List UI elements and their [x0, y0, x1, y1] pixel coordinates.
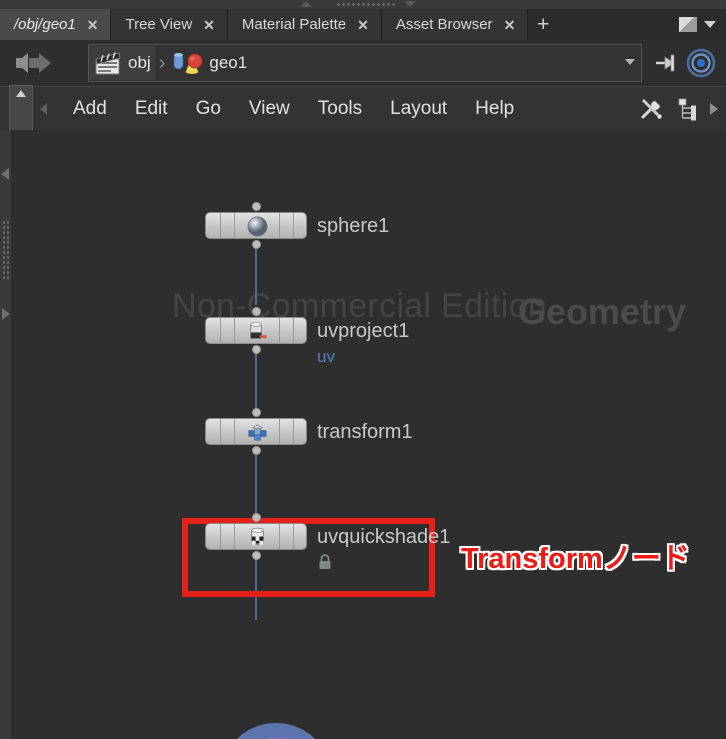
node-label: uvquickshade1 [317, 526, 451, 548]
node-body[interactable] [205, 212, 307, 239]
rail-collapse-left-icon[interactable] [1, 168, 9, 180]
input-port[interactable] [251, 513, 261, 522]
rail-expand-right-icon[interactable] [2, 308, 10, 320]
navigation-arrows [0, 53, 88, 73]
tab-asset-browser[interactable]: Asset Browser ✕ [381, 9, 529, 40]
tab-label: Material Palette [241, 16, 347, 33]
rail-grip[interactable] [2, 220, 9, 280]
network-left-rail[interactable] [0, 130, 11, 739]
tab-label: Asset Browser [395, 16, 493, 33]
output-port[interactable] [251, 240, 261, 249]
chevron-down-icon[interactable] [704, 21, 716, 28]
menu-view[interactable]: View [235, 94, 304, 124]
tab-close-icon[interactable]: ✕ [503, 16, 517, 34]
menu-layout[interactable]: Layout [376, 94, 461, 124]
window-square-icon[interactable] [679, 17, 697, 32]
tree-list-icon[interactable] [676, 95, 700, 123]
output-port[interactable] [251, 551, 261, 560]
lock-icon [319, 554, 331, 569]
input-port[interactable] [251, 307, 261, 316]
network-editor-canvas[interactable]: Non-Commercial Edition Geometry sphere1 [0, 130, 726, 739]
node-label: transform1 [317, 421, 413, 443]
tab-close-icon[interactable]: ✕ [202, 16, 216, 34]
top-splitter[interactable] [0, 0, 726, 9]
context-watermark: Geometry [518, 291, 687, 332]
tab-material-palette[interactable]: Material Palette ✕ [227, 9, 382, 40]
menu-prev-icon[interactable] [40, 103, 47, 115]
menu-tools[interactable]: Tools [304, 94, 376, 124]
menu-help[interactable]: Help [461, 94, 528, 124]
wire-transform-to-uvquickshade [255, 455, 257, 515]
forward-arrow-icon[interactable] [29, 53, 51, 73]
pane-menu-group[interactable] [675, 9, 726, 40]
splitter-down-icon[interactable] [404, 1, 416, 7]
clapperboard-icon [95, 52, 121, 75]
output-port[interactable] [251, 446, 261, 455]
tab-close-icon[interactable]: ✕ [86, 16, 100, 34]
uvproject-sop-icon [250, 322, 267, 339]
target-icon[interactable] [686, 48, 716, 78]
menu-add[interactable]: Add [59, 94, 121, 124]
tab-obj-geo1[interactable]: /obj/geo1 ✕ [0, 9, 112, 40]
annotation-label: Transformノード [461, 543, 690, 575]
tab-bar-spacer [558, 9, 675, 40]
input-port[interactable] [251, 202, 261, 211]
breadcrumb-geo1-label: geo1 [209, 53, 248, 72]
path-input[interactable]: obj › geo1 [88, 44, 642, 82]
wrench-screwdriver-icon[interactable] [638, 95, 666, 123]
sphere-sop-icon [247, 216, 268, 237]
breadcrumb-geo1[interactable]: geo1 [168, 46, 251, 80]
pin-icon[interactable] [652, 51, 680, 75]
path-dropdown-button[interactable] [621, 45, 639, 79]
node-label: sphere1 [317, 215, 390, 237]
node-selection-halo-outer [221, 723, 331, 739]
back-arrow-icon[interactable] [16, 53, 28, 73]
node-body[interactable] [205, 523, 307, 550]
node-label: uvproject1 [317, 320, 410, 342]
node-sublabel-uv: uv [317, 347, 335, 366]
path-bar: obj › geo1 [0, 40, 726, 86]
breadcrumb-obj[interactable]: obj [89, 46, 155, 80]
uvquickshade-sop-icon [251, 527, 264, 547]
add-tab-button[interactable]: + [528, 9, 559, 40]
tab-bar: /obj/geo1 ✕ Tree View ✕ Material Palette… [0, 9, 726, 40]
scroll-up-icon [16, 90, 26, 97]
menu-bar: Add Edit Go View Tools Layout Help [0, 85, 726, 133]
tab-label: Tree View [125, 16, 193, 33]
menu-go[interactable]: Go [182, 94, 235, 124]
transform-sop-icon [248, 424, 267, 441]
breadcrumb-obj-label: obj [128, 53, 151, 72]
tab-tree-view[interactable]: Tree View ✕ [111, 9, 228, 40]
output-port[interactable] [251, 345, 261, 354]
menu-items: Add Edit Go View Tools Layout Help [59, 94, 528, 124]
menu-next-icon[interactable] [710, 103, 718, 115]
geometry-objects-icon [173, 53, 203, 74]
input-port[interactable] [251, 408, 261, 417]
breadcrumb-separator: › [158, 51, 166, 74]
menu-bar-tools [638, 95, 726, 123]
wire-sphere-to-uvproject [255, 245, 257, 305]
wire-uvproject-to-transform [255, 352, 257, 410]
splitter-grip[interactable] [336, 2, 396, 7]
splitter-up-icon[interactable] [300, 1, 312, 7]
tab-close-icon[interactable]: ✕ [356, 16, 370, 34]
menu-edit[interactable]: Edit [121, 94, 182, 124]
tab-label: /obj/geo1 [14, 16, 76, 33]
chevron-down-icon [625, 59, 635, 65]
node-body[interactable] [205, 317, 307, 344]
menu-scroll-up-button[interactable] [9, 85, 33, 133]
node-body[interactable] [205, 418, 307, 445]
